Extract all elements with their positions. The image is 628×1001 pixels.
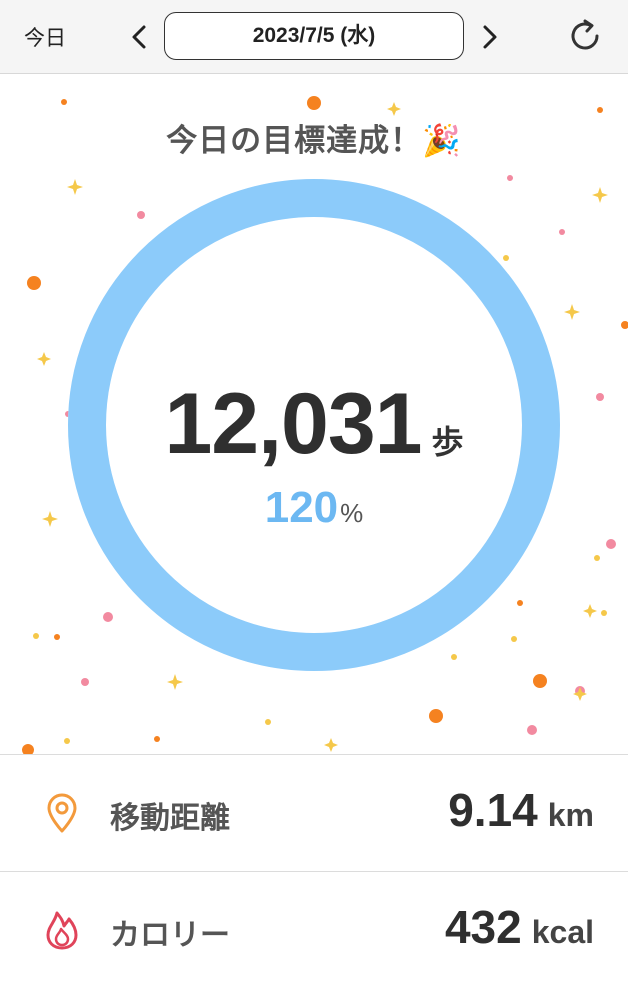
goal-percent: 120% bbox=[0, 483, 628, 533]
refresh-icon[interactable] bbox=[566, 17, 604, 55]
distance-unit: km bbox=[547, 797, 594, 833]
location-pin-icon bbox=[42, 791, 82, 835]
calorie-value: 432 kcal bbox=[445, 900, 594, 954]
header-bar: 今日 2023/7/5 (水) bbox=[0, 0, 628, 74]
goal-achieved-title: 今日の目標達成！🎉 bbox=[166, 123, 462, 159]
goal-panel: 今日の目標達成！🎉 12,031 歩 120% bbox=[0, 75, 628, 754]
date-selector[interactable]: 2023/7/5 (水) bbox=[164, 12, 464, 60]
distance-number: 9.14 bbox=[448, 784, 538, 836]
calorie-number: 432 bbox=[444, 901, 522, 953]
goal-percent-value: 120 bbox=[264, 483, 339, 532]
flame-icon bbox=[42, 908, 82, 952]
today-button[interactable]: 今日 bbox=[24, 22, 66, 52]
calorie-row: カロリー 432 kcal bbox=[0, 871, 628, 1001]
goal-percent-sign: % bbox=[340, 498, 364, 528]
calorie-unit: kcal bbox=[531, 914, 594, 950]
calorie-label: カロリー bbox=[110, 918, 230, 953]
chevron-left-icon[interactable] bbox=[125, 20, 153, 54]
chevron-right-icon[interactable] bbox=[476, 20, 504, 54]
step-count-value: 12,031 bbox=[164, 376, 422, 472]
distance-value: 9.14 km bbox=[448, 783, 594, 837]
step-count-unit: 歩 bbox=[431, 423, 464, 461]
step-count: 12,031 歩 bbox=[0, 375, 628, 474]
distance-label: 移動距離 bbox=[110, 801, 230, 836]
distance-row: 移動距離 9.14 km bbox=[0, 754, 628, 871]
